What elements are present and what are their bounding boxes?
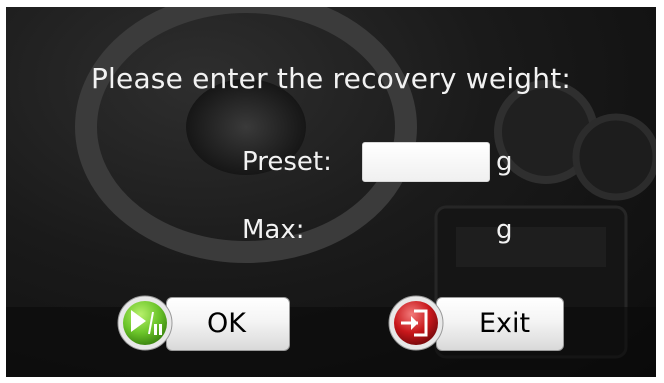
recovery-weight-dialog: Please enter the recovery weight: Preset… [6, 7, 656, 377]
preset-weight-input[interactable] [362, 142, 490, 182]
max-unit: g [496, 215, 513, 245]
exit-button[interactable]: Exit [436, 297, 564, 351]
play-pause-icon[interactable] [116, 294, 174, 352]
preset-label: Preset: [242, 147, 332, 177]
ok-button-label: OK [207, 308, 246, 339]
exit-door-icon[interactable] [387, 294, 445, 352]
preset-unit: g [496, 147, 513, 177]
ok-button[interactable]: OK [166, 297, 290, 351]
max-label: Max: [242, 215, 305, 245]
exit-button-label: Exit [479, 308, 531, 339]
prompt-text: Please enter the recovery weight: [90, 62, 572, 95]
